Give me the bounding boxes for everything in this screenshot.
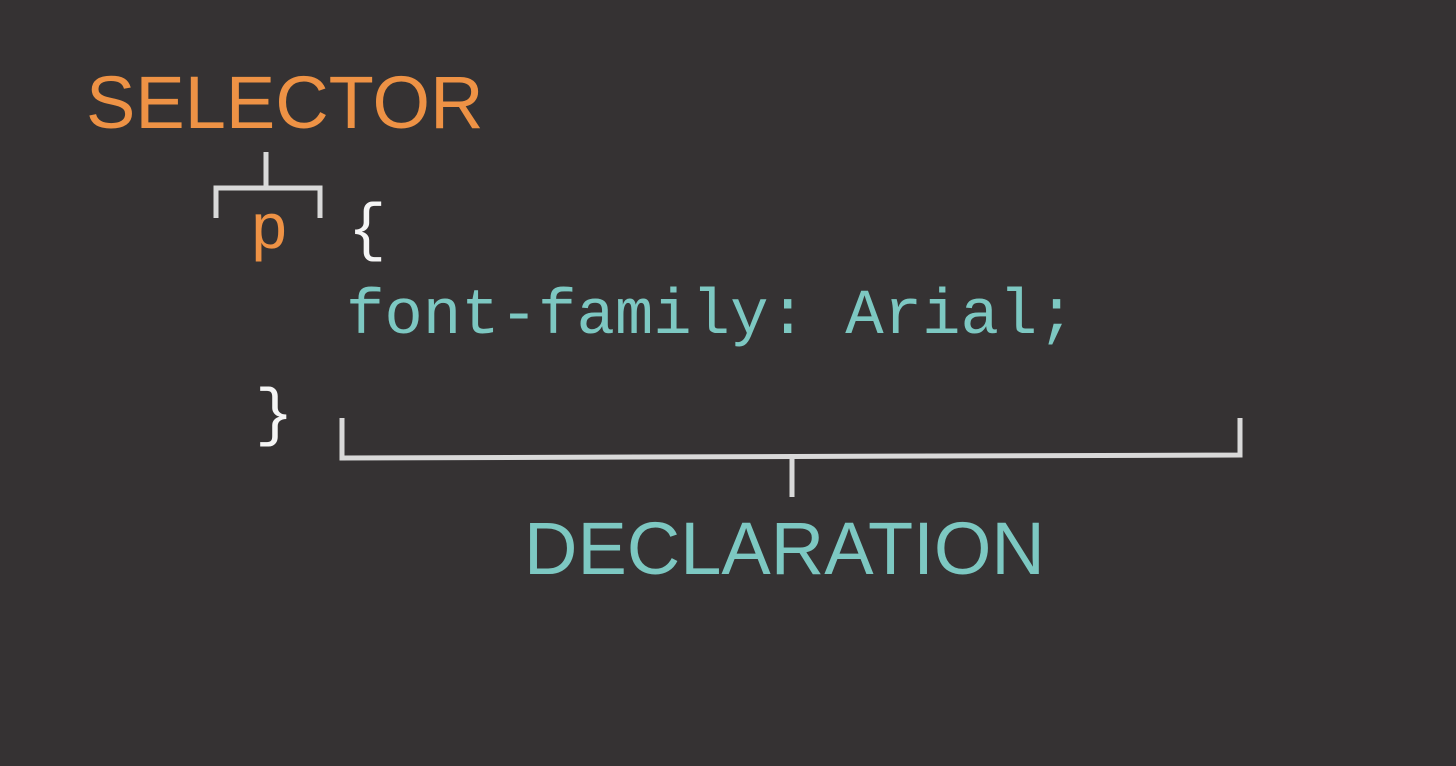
- code-selector: p: [250, 196, 289, 268]
- selector-label: SELECTOR: [86, 61, 484, 144]
- code-close-brace: }: [255, 381, 294, 453]
- code-open-brace: {: [348, 196, 387, 268]
- css-rule-diagram: SELECTOR p { font-family: Arial; } DECLA…: [0, 0, 1456, 766]
- declaration-bracket: [339, 418, 1243, 461]
- code-declaration: font-family: Arial;: [346, 281, 1076, 353]
- declaration-label: DECLARATION: [524, 507, 1045, 590]
